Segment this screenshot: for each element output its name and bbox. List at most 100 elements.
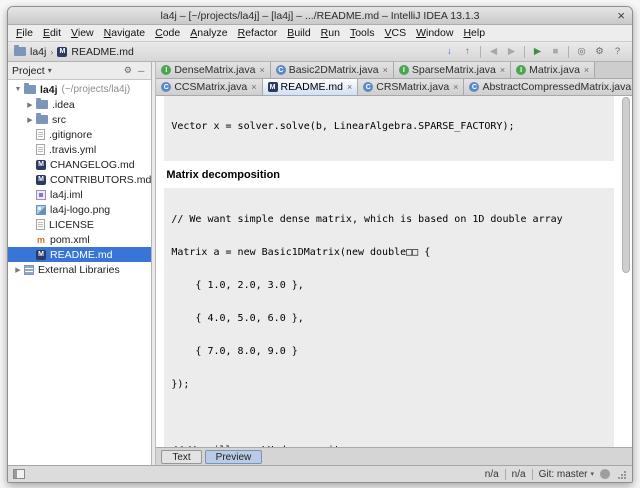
menu-build[interactable]: Build	[282, 26, 315, 40]
tree-item-src[interactable]: ▶ src	[8, 112, 151, 127]
tab-matrix[interactable]: Matrix.java ×	[511, 62, 595, 78]
tab-label: Matrix.java	[529, 64, 580, 76]
project-tree: ▼ la4j (~/projects/la4j) ▶ .idea ▶ src	[8, 80, 151, 465]
tree-root-la4j[interactable]: ▼ la4j (~/projects/la4j)	[8, 82, 151, 97]
settings-icon[interactable]: ⚙	[591, 44, 608, 59]
collapse-arrow-icon[interactable]: ▶	[25, 101, 35, 109]
tree-item-gitignore[interactable]: .gitignore	[8, 127, 151, 142]
status-bar: n/a n/a Git: master ▾	[8, 465, 632, 482]
menu-vcs[interactable]: VCS	[379, 26, 411, 40]
menu-help[interactable]: Help	[458, 26, 490, 40]
menu-file[interactable]: File	[11, 26, 38, 40]
inspections-icon[interactable]	[600, 469, 610, 479]
project-panel-title[interactable]: Project	[12, 65, 45, 77]
close-tab-icon[interactable]: ×	[259, 65, 264, 75]
tab-ccsmatrix[interactable]: CCSMatrix.java ×	[156, 79, 262, 95]
editor-area: DenseMatrix.java × Basic2DMatrix.java × …	[156, 62, 632, 465]
tree-item-external-libraries[interactable]: ▶ External Libraries	[8, 262, 151, 277]
menu-run[interactable]: Run	[316, 26, 345, 40]
close-tab-icon[interactable]: ×	[383, 65, 388, 75]
search-icon[interactable]: ◎	[573, 44, 590, 59]
preview-mode-bar: Text Preview	[156, 447, 632, 465]
toolwindow-toggle-icon[interactable]	[13, 469, 25, 479]
tree-item-readme-md[interactable]: README.md	[8, 247, 151, 262]
scrollbar-thumb[interactable]	[622, 97, 630, 273]
chevron-down-icon[interactable]: ▾	[48, 66, 52, 75]
markdown-icon	[268, 82, 278, 92]
run-icon[interactable]: ▶	[529, 44, 546, 59]
folder-icon	[36, 115, 48, 124]
tab-basic2dmatrix[interactable]: Basic2DMatrix.java ×	[271, 62, 394, 78]
chevron-down-icon: ▾	[590, 470, 594, 478]
tree-item-la4j-logo-png[interactable]: la4j-logo.png	[8, 202, 151, 217]
tab-preview-mode[interactable]: Preview	[205, 450, 263, 464]
git-branch-widget[interactable]: Git: master ▾	[539, 469, 594, 480]
code-block: // We want simple dense matrix, which is…	[164, 188, 614, 447]
tree-item-la4j-iml[interactable]: la4j.iml	[8, 187, 151, 202]
tab-label: Basic2DMatrix.java	[289, 64, 379, 76]
editor-scrollbar[interactable]	[621, 97, 631, 446]
tab-sparsematrix[interactable]: SparseMatrix.java ×	[394, 62, 511, 78]
menu-view[interactable]: View	[66, 26, 99, 40]
tree-item-changelog-md[interactable]: CHANGELOG.md	[8, 157, 151, 172]
markdown-icon	[36, 175, 46, 185]
tree-root-label: la4j	[40, 84, 58, 96]
tree-item-label: .gitignore	[49, 129, 92, 141]
tree-item-label: pom.xml	[50, 234, 90, 246]
tree-item-idea[interactable]: ▶ .idea	[8, 97, 151, 112]
breadcrumb-project[interactable]: la4j	[30, 46, 46, 58]
forward-icon[interactable]: ▶	[503, 44, 520, 59]
toolbar-divider	[480, 46, 481, 58]
tree-item-label: LICENSE	[49, 219, 94, 231]
vcs-commit-icon[interactable]: ↑	[459, 44, 476, 59]
editor-tab-row-2: CCSMatrix.java × README.md × CRSMatrix.j…	[156, 79, 632, 96]
tree-item-label: CONTRIBUTORS.md	[50, 174, 151, 186]
tab-text-mode[interactable]: Text	[161, 450, 201, 464]
close-window-icon[interactable]: ×	[617, 7, 625, 24]
collapse-arrow-icon[interactable]: ▶	[25, 116, 35, 124]
menu-refactor[interactable]: Refactor	[233, 26, 283, 40]
menu-code[interactable]: Code	[150, 26, 185, 40]
encoding-indicator: n/a	[512, 469, 526, 480]
text-file-icon	[36, 129, 45, 140]
stop-icon[interactable]: ■	[547, 44, 564, 59]
tab-abstractcompressedmatrix[interactable]: AbstractCompressedMatrix.java ×	[464, 79, 632, 95]
close-tab-icon[interactable]: ×	[584, 65, 589, 75]
position-indicator: n/a	[485, 469, 499, 480]
tab-densematrix[interactable]: DenseMatrix.java ×	[156, 62, 270, 78]
tree-item-license[interactable]: LICENSE	[8, 217, 151, 232]
menu-window[interactable]: Window	[411, 26, 458, 40]
tree-item-travis-yml[interactable]: .travis.yml	[8, 142, 151, 157]
close-tab-icon[interactable]: ×	[347, 82, 352, 92]
class-icon	[363, 82, 373, 92]
tree-item-label: la4j.iml	[50, 189, 83, 201]
tree-item-contributors-md[interactable]: CONTRIBUTORS.md	[8, 172, 151, 187]
tree-item-label: src	[52, 114, 66, 126]
collapse-arrow-icon[interactable]: ▶	[13, 266, 23, 274]
ide-window: la4j – [~/projects/la4j] – [la4j] – .../…	[7, 6, 633, 483]
menu-analyze[interactable]: Analyze	[185, 26, 232, 40]
close-tab-icon[interactable]: ×	[453, 82, 458, 92]
breadcrumb-separator: ›	[50, 47, 53, 57]
tree-item-pom-xml[interactable]: pom.xml	[8, 232, 151, 247]
editor-tab-row-1: DenseMatrix.java × Basic2DMatrix.java × …	[156, 62, 632, 79]
help-icon[interactable]: ?	[609, 44, 626, 59]
tab-readme-active[interactable]: README.md ×	[263, 79, 359, 95]
tree-root-path: (~/projects/la4j)	[62, 84, 131, 95]
menu-tools[interactable]: Tools	[345, 26, 380, 40]
class-icon	[161, 82, 171, 92]
menu-navigate[interactable]: Navigate	[99, 26, 150, 40]
breadcrumb-file[interactable]: README.md	[71, 46, 133, 58]
hide-panel-icon[interactable]: ─	[135, 66, 147, 76]
markdown-icon	[57, 47, 67, 57]
back-icon[interactable]: ◀	[485, 44, 502, 59]
expand-arrow-icon[interactable]: ▼	[13, 86, 23, 93]
close-tab-icon[interactable]: ×	[251, 82, 256, 92]
tab-label: AbstractCompressedMatrix.java	[482, 81, 631, 93]
resize-grip[interactable]	[616, 469, 627, 480]
gear-icon[interactable]: ⚙	[121, 65, 135, 76]
tab-crsmatrix[interactable]: CRSMatrix.java ×	[358, 79, 464, 95]
menu-edit[interactable]: Edit	[38, 26, 66, 40]
close-tab-icon[interactable]: ×	[500, 65, 505, 75]
vcs-update-icon[interactable]: ↓	[441, 44, 458, 59]
